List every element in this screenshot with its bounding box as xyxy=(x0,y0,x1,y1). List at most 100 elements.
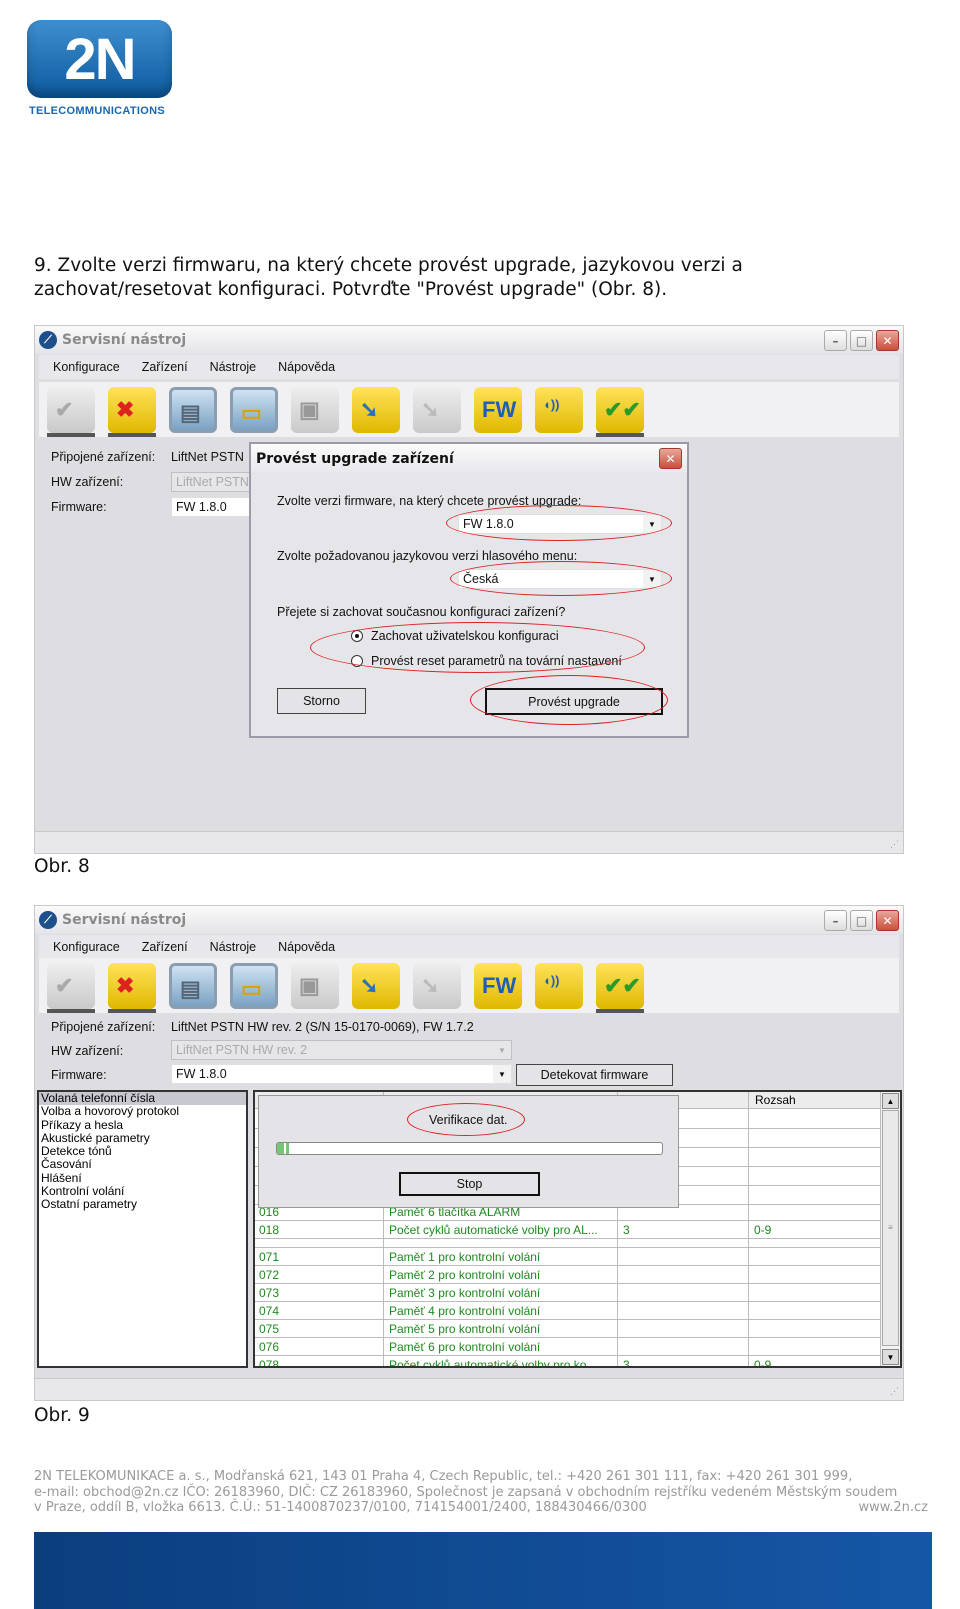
verify-icon[interactable]: ✔✔ xyxy=(596,962,644,1013)
category-item[interactable]: Příkazy a hesla xyxy=(39,1118,246,1132)
disconnect-icon[interactable]: ✖ xyxy=(108,962,156,1013)
category-item[interactable]: Hlášení xyxy=(39,1171,246,1185)
check-icon[interactable]: ✔ xyxy=(47,386,95,437)
minimize-button[interactable]: – xyxy=(824,910,847,931)
cell-name: Paměť 5 pro kontrolní volání xyxy=(389,1322,541,1336)
download-icon[interactable]: ➘ xyxy=(413,386,461,433)
table-row[interactable]: 076 Paměť 6 pro kontrolní volání xyxy=(255,1338,882,1356)
settings-doc-icon-glyph: ▤ xyxy=(180,975,201,1001)
verify-icon-glyph: ✔✔ xyxy=(604,972,641,998)
category-item[interactable]: Kontrolní volání xyxy=(39,1184,246,1198)
table-row[interactable]: 074 Paměť 4 pro kontrolní volání xyxy=(255,1302,882,1320)
table-row[interactable] xyxy=(255,1239,882,1248)
toolbar: ✔ ✖ ▤ ▭ ▣ ➘ ➘ FW ◖)) ✔✔ xyxy=(39,382,899,437)
settings-doc-icon[interactable]: ▤ xyxy=(169,962,217,1009)
language-select[interactable]: Česká ▼ xyxy=(458,569,662,589)
category-list[interactable]: Volaná telefonní čísla Volba a hovorový p… xyxy=(37,1090,248,1368)
verification-popup: Verifikace dat. Stop xyxy=(258,1095,679,1208)
download-icon[interactable]: ➘ xyxy=(413,962,461,1009)
open-folder-icon[interactable]: ▭ xyxy=(230,386,278,433)
cell-name: Paměť 1 pro kontrolní volání xyxy=(389,1250,541,1264)
voice-upgrade-icon[interactable]: ◖)) xyxy=(535,962,583,1009)
menu-napoveda[interactable]: Nápověda xyxy=(278,940,335,954)
table-row[interactable]: 018 Počet cyklů automatické volby pro AL.… xyxy=(255,1221,882,1239)
check-icon[interactable]: ✔ xyxy=(47,962,95,1013)
firmware-upgrade-icon[interactable]: FW xyxy=(474,962,522,1009)
verify-icon[interactable]: ✔✔ xyxy=(596,386,644,437)
scroll-down-icon[interactable]: ▼ xyxy=(882,1349,899,1365)
dialog-title: Provést upgrade zařízení xyxy=(251,444,687,472)
detect-firmware-button[interactable]: Detekovat firmware xyxy=(516,1064,673,1086)
table-row[interactable]: 078 Počet cyklů automatické volby pro ko.… xyxy=(255,1356,882,1368)
upgrade-button[interactable]: Provést upgrade xyxy=(485,688,663,715)
resize-grip[interactable]: ⋰ xyxy=(890,839,899,850)
hw-select[interactable]: LiftNet PSTN HW rev. 2 ▼ xyxy=(171,1040,512,1060)
window-title: Servisní nástroj xyxy=(62,912,187,928)
table-row[interactable]: 072 Paměť 2 pro kontrolní volání xyxy=(255,1266,882,1284)
open-folder-icon[interactable]: ▭ xyxy=(230,962,278,1009)
hw-select[interactable]: LiftNet PSTN xyxy=(171,472,251,492)
save-icon[interactable]: ▣ xyxy=(291,962,339,1009)
scroll-up-icon[interactable]: ▲ xyxy=(882,1093,899,1109)
scrollbar-thumb[interactable]: ≡ xyxy=(882,1110,899,1346)
resize-grip[interactable]: ⋰ xyxy=(890,1386,899,1397)
hw-label: HW zařízení: xyxy=(51,475,124,489)
window-title: Servisní nástroj xyxy=(62,332,187,348)
open-folder-icon-glyph: ▭ xyxy=(241,975,262,1001)
menu-nastroje[interactable]: Nástroje xyxy=(210,360,257,374)
menu-konfigurace[interactable]: Konfigurace xyxy=(53,940,120,954)
menu-zarizeni[interactable]: Zařízení xyxy=(142,940,188,954)
cell-id: 072 xyxy=(259,1268,280,1282)
cancel-button[interactable]: Storno xyxy=(277,688,366,714)
cell-id: 078 xyxy=(259,1358,280,1368)
upload-icon[interactable]: ➘ xyxy=(352,386,400,433)
category-item[interactable]: Časování xyxy=(39,1158,246,1172)
check-icon-glyph: ✔ xyxy=(55,396,74,422)
firmware-value: FW 1.8.0 xyxy=(176,1067,227,1081)
radio-keep-config[interactable]: Zachovat uživatelskou konfiguraci xyxy=(351,629,559,643)
upload-icon[interactable]: ➘ xyxy=(352,962,400,1009)
disconnect-icon[interactable]: ✖ xyxy=(108,386,156,437)
minimize-button[interactable]: – xyxy=(824,330,847,351)
footer-line-2: e-mail: obchod@2n.cz IČO: 26183960, DIČ:… xyxy=(34,1485,898,1500)
category-item[interactable]: Volba a hovorový protokol xyxy=(39,1104,246,1118)
category-item[interactable]: Ostatní parametry xyxy=(39,1198,246,1212)
maximize-button[interactable]: □ xyxy=(850,330,873,351)
close-button[interactable]: ✕ xyxy=(876,910,899,931)
disconnect-icon-glyph: ✖ xyxy=(116,396,135,422)
language-value: Česká xyxy=(463,572,499,586)
firmware-select[interactable]: FW 1.8.0 ▼ xyxy=(171,1064,512,1084)
menu-konfigurace[interactable]: Konfigurace xyxy=(53,360,120,374)
logo-subtitle: TELECOMMUNICATIONS xyxy=(29,105,165,117)
category-item[interactable]: Volaná telefonní čísla xyxy=(39,1091,246,1106)
maximize-button[interactable]: □ xyxy=(850,910,873,931)
category-item[interactable]: Akustické parametry xyxy=(39,1131,246,1145)
firmware-upgrade-icon[interactable]: FW xyxy=(474,386,522,433)
table-row[interactable]: 071 Paměť 1 pro kontrolní volání xyxy=(255,1248,882,1266)
table-row[interactable]: 073 Paměť 3 pro kontrolní volání xyxy=(255,1284,882,1302)
radio-reset-label: Provést reset parametrů na tovární nasta… xyxy=(371,654,622,668)
save-icon[interactable]: ▣ xyxy=(291,386,339,433)
logo-mark: 2N xyxy=(64,26,136,92)
column-header-range[interactable]: Rozsah xyxy=(755,1093,796,1107)
menu-zarizeni[interactable]: Zařízení xyxy=(142,360,188,374)
dialog-close-button[interactable]: ✕ xyxy=(659,448,682,469)
fw-prompt: Zvolte verzi firmware, na který chcete p… xyxy=(277,494,582,508)
cell-name: Počet cyklů automatické volby pro ko... xyxy=(389,1358,597,1368)
settings-doc-icon[interactable]: ▤ xyxy=(169,386,217,433)
cell-name: Paměť 6 pro kontrolní volání xyxy=(389,1340,541,1354)
progress-bar xyxy=(276,1142,663,1155)
voice-upgrade-icon[interactable]: ◖)) xyxy=(535,386,583,433)
firmware-select[interactable]: FW 1.8.0 xyxy=(171,497,251,517)
stop-button[interactable]: Stop xyxy=(399,1172,540,1196)
footer-website[interactable]: www.2n.cz xyxy=(859,1500,928,1515)
radio-reset-config[interactable]: Provést reset parametrů na tovární nasta… xyxy=(351,654,622,668)
table-row[interactable]: 075 Paměť 5 pro kontrolní volání xyxy=(255,1320,882,1338)
fw-version-select[interactable]: FW 1.8.0 ▼ xyxy=(458,514,662,534)
menu-napoveda[interactable]: Nápověda xyxy=(278,360,335,374)
menu-nastroje[interactable]: Nástroje xyxy=(210,940,257,954)
close-button[interactable]: ✕ xyxy=(876,330,899,351)
vertical-scrollbar[interactable]: ▲ ≡ ▼ xyxy=(880,1092,900,1366)
connected-value: LiftNet PSTN xyxy=(171,450,244,464)
cell-range: 0-9 xyxy=(754,1358,772,1368)
